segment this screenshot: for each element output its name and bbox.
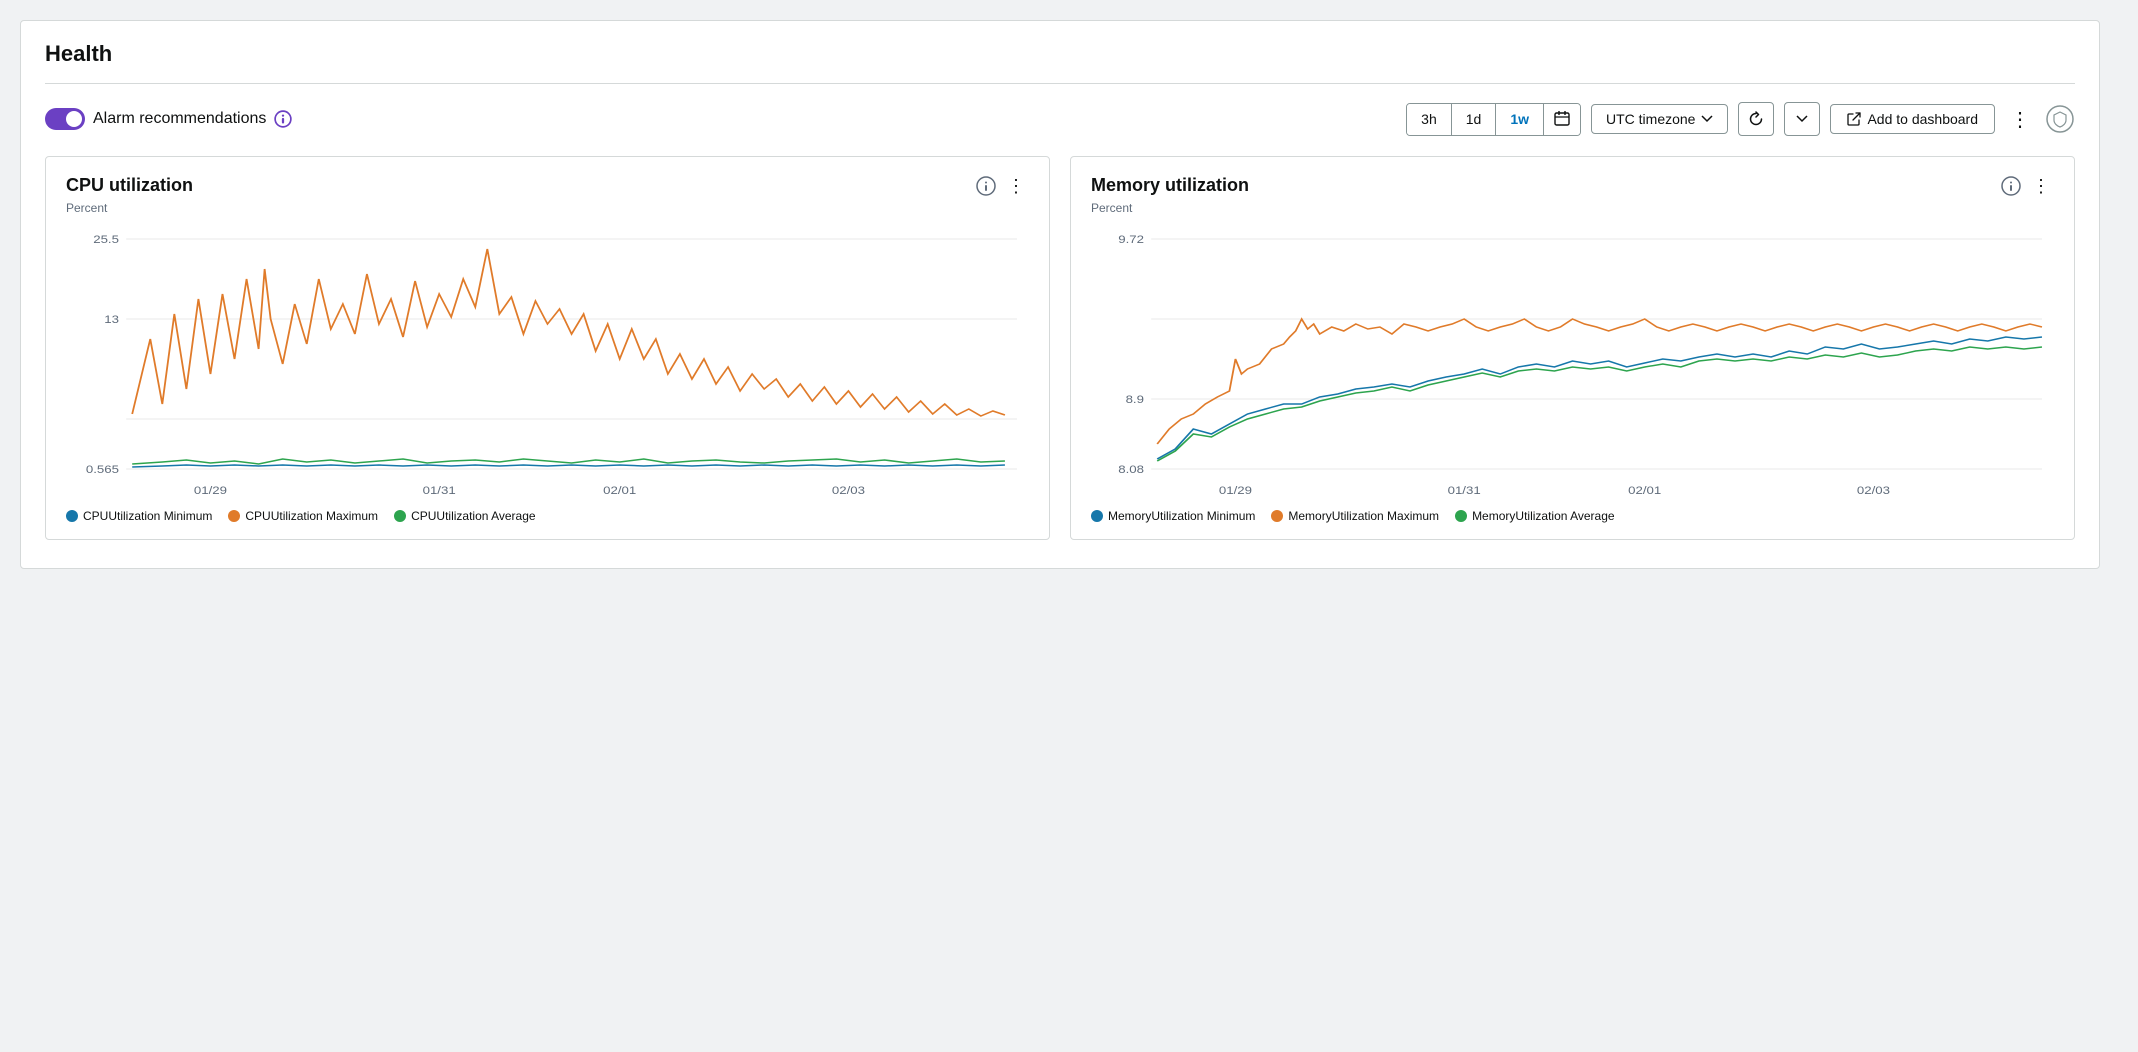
memory-max-dot: [1271, 510, 1283, 522]
cpu-utilization-chart-card: CPU utilization ⋮ Percent: [45, 156, 1050, 540]
memory-min-dot: [1091, 510, 1103, 522]
cpu-min-label: CPUUtilization Minimum: [83, 509, 212, 523]
svg-text:9.72: 9.72: [1118, 233, 1144, 246]
cpu-avg-label: CPUUtilization Average: [411, 509, 536, 523]
svg-text:0.565: 0.565: [86, 463, 119, 476]
shield-icon: [2045, 104, 2075, 134]
cpu-chart-area: 25.5 13 0.565 01/29 01/31 02/01 02/03: [66, 219, 1029, 499]
cpu-min-legend: CPUUtilization Minimum: [66, 509, 212, 523]
alarm-recommendations-label: Alarm recommendations: [93, 110, 266, 128]
cpu-chart-title: CPU utilization: [66, 175, 193, 196]
svg-text:02/03: 02/03: [1857, 484, 1890, 497]
cpu-min-dot: [66, 510, 78, 522]
charts-container: CPU utilization ⋮ Percent: [45, 156, 2075, 540]
svg-text:8.08: 8.08: [1118, 463, 1144, 476]
cpu-max-dot: [228, 510, 240, 522]
timezone-label: UTC timezone: [1606, 111, 1695, 127]
cpu-chart-legend: CPUUtilization Minimum CPUUtilization Ma…: [66, 509, 1029, 523]
time-1w-button[interactable]: 1w: [1496, 104, 1544, 135]
cpu-chart-icons: ⋮: [975, 175, 1029, 197]
more-actions-button[interactable]: ⋮: [2005, 102, 2035, 136]
svg-text:01/31: 01/31: [1448, 484, 1481, 497]
svg-text:01/31: 01/31: [423, 484, 456, 497]
svg-text:01/29: 01/29: [1219, 484, 1252, 497]
time-range-buttons: 3h 1d 1w: [1406, 103, 1581, 136]
add-to-dashboard-button[interactable]: Add to dashboard: [1830, 104, 1995, 134]
refresh-button[interactable]: [1738, 102, 1774, 136]
page-container: Health Alarm recommendations 3h 1d 1w: [20, 20, 2100, 569]
memory-avg-legend: MemoryUtilization Average: [1455, 509, 1615, 523]
alarm-recommendations-toggle-container: Alarm recommendations: [45, 108, 292, 130]
memory-max-legend: MemoryUtilization Maximum: [1271, 509, 1439, 523]
dropdown-arrow-icon: [1796, 115, 1808, 123]
divider: [45, 83, 2075, 84]
memory-avg-dot: [1455, 510, 1467, 522]
page-title: Health: [45, 41, 2075, 67]
svg-text:13: 13: [104, 313, 119, 326]
cpu-chart-more-button[interactable]: ⋮: [1003, 176, 1029, 197]
memory-chart-legend: MemoryUtilization Minimum MemoryUtilizat…: [1091, 509, 2054, 523]
svg-text:02/01: 02/01: [603, 484, 636, 497]
memory-chart-svg: 9.72 8.9 8.08 01/29 01/31 02/01 02/03: [1091, 219, 2054, 499]
alarm-recommendations-toggle[interactable]: [45, 108, 85, 130]
toolbar: Alarm recommendations 3h 1d 1w: [45, 102, 2075, 136]
memory-chart-title: Memory utilization: [1091, 175, 1249, 196]
calendar-button[interactable]: [1544, 104, 1580, 135]
add-to-dashboard-label: Add to dashboard: [1867, 111, 1978, 127]
cpu-max-legend: CPUUtilization Maximum: [228, 509, 378, 523]
svg-text:01/29: 01/29: [194, 484, 227, 497]
chevron-down-icon: [1701, 115, 1713, 123]
svg-text:8.9: 8.9: [1126, 393, 1145, 406]
cpu-chart-header: CPU utilization ⋮: [66, 175, 1029, 197]
memory-avg-label: MemoryUtilization Average: [1472, 509, 1615, 523]
svg-text:02/03: 02/03: [832, 484, 865, 497]
memory-max-label: MemoryUtilization Maximum: [1288, 509, 1439, 523]
svg-text:25.5: 25.5: [93, 233, 119, 246]
memory-chart-icons: ⋮: [2000, 175, 2054, 197]
external-link-icon: [1847, 112, 1861, 126]
memory-utilization-chart-card: Memory utilization ⋮ Percent: [1070, 156, 2075, 540]
memory-y-label: Percent: [1091, 201, 2054, 215]
cpu-chart-svg: 25.5 13 0.565 01/29 01/31 02/01 02/03: [66, 219, 1029, 499]
cpu-avg-legend: CPUUtilization Average: [394, 509, 536, 523]
more-options-dropdown-button[interactable]: [1784, 102, 1820, 136]
memory-chart-header: Memory utilization ⋮: [1091, 175, 2054, 197]
memory-chart-more-button[interactable]: ⋮: [2028, 176, 2054, 197]
time-1d-button[interactable]: 1d: [1452, 104, 1497, 135]
timezone-selector[interactable]: UTC timezone: [1591, 104, 1728, 134]
svg-text:02/01: 02/01: [1628, 484, 1661, 497]
alarm-info-icon[interactable]: [274, 110, 292, 128]
cpu-y-label: Percent: [66, 201, 1029, 215]
time-3h-button[interactable]: 3h: [1407, 104, 1452, 135]
memory-min-legend: MemoryUtilization Minimum: [1091, 509, 1255, 523]
refresh-icon: [1748, 111, 1764, 127]
cpu-max-label: CPUUtilization Maximum: [245, 509, 378, 523]
cpu-info-icon[interactable]: [975, 175, 997, 197]
memory-chart-area: 9.72 8.9 8.08 01/29 01/31 02/01 02/03: [1091, 219, 2054, 499]
cpu-avg-dot: [394, 510, 406, 522]
memory-info-icon[interactable]: [2000, 175, 2022, 197]
memory-min-label: MemoryUtilization Minimum: [1108, 509, 1255, 523]
